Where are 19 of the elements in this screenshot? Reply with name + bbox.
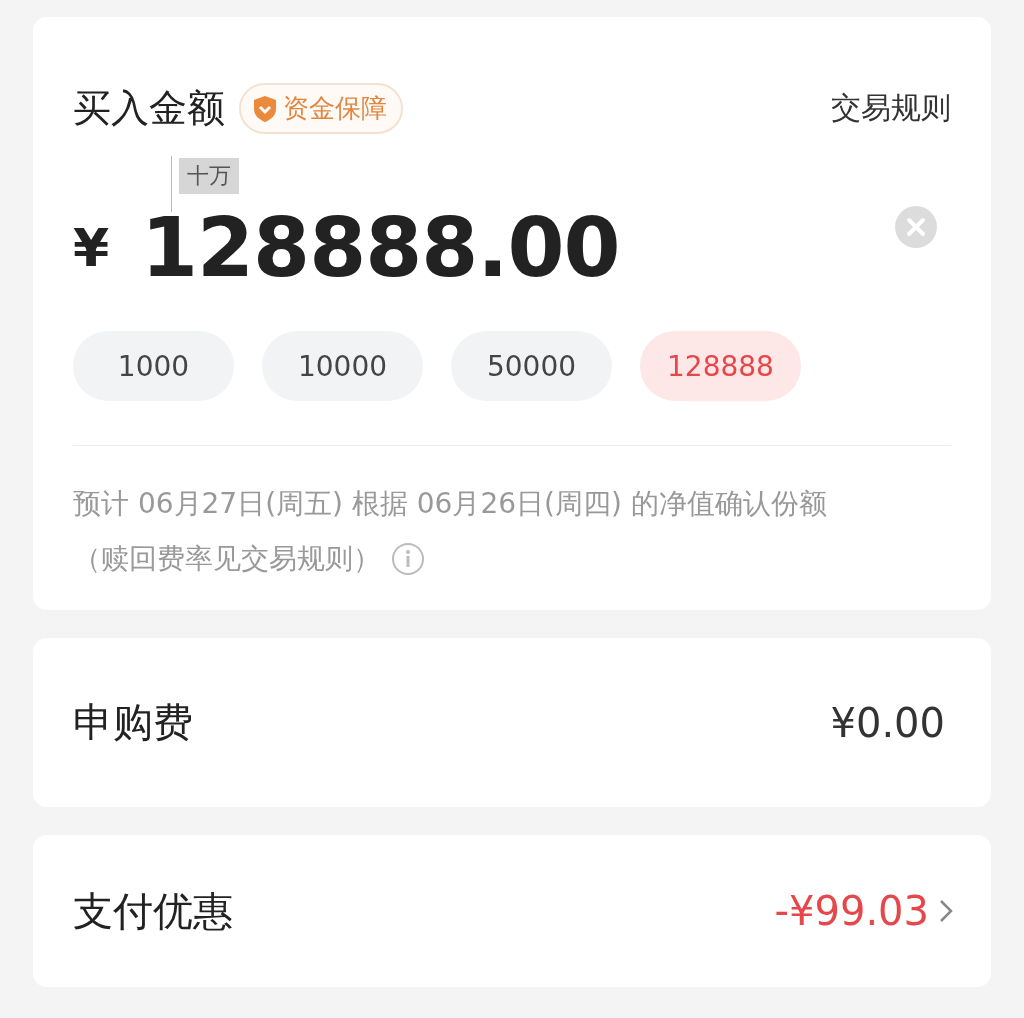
currency-symbol: ¥ <box>73 218 111 278</box>
row-label: 申购费 <box>73 698 193 747</box>
trading-rules-link[interactable]: 交易规则 <box>831 88 951 129</box>
section-title: 买入金额 <box>73 85 225 132</box>
row-value: -¥99.03 <box>774 888 929 934</box>
preset-amount-button[interactable]: 50000 <box>451 331 612 401</box>
confirmation-note: 预计 06月27日(周五) 根据 06月26日(周四) 的净值确认份额 <box>73 486 828 522</box>
chevron-right-icon[interactable] <box>939 899 953 923</box>
clear-icon[interactable] <box>895 206 937 248</box>
row-label: 支付优惠 <box>73 886 233 936</box>
fee-note: （赎回费率见交易规则） <box>73 541 381 577</box>
amount-input[interactable]: 128888.00 <box>141 200 741 295</box>
row-value: ¥0.00 <box>830 699 945 746</box>
unit-hint: 十万 <box>179 158 239 194</box>
preset-amount-button[interactable]: 10000 <box>262 331 423 401</box>
info-icon[interactable] <box>391 541 425 576</box>
preset-amount-button[interactable]: 1000 <box>73 331 234 401</box>
shield-icon <box>253 94 277 123</box>
security-badge: 资金保障 <box>239 83 403 134</box>
